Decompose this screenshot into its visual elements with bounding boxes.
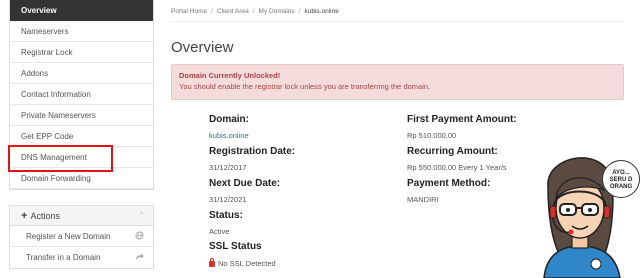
plus-icon: +: [21, 210, 28, 222]
breadcrumb-client-area[interactable]: Client Area: [217, 8, 249, 15]
speech-bubble: AYO... SERU D ORANG: [602, 160, 640, 198]
lock-icon: [209, 258, 215, 267]
ssl-status-row: No SSL Detected: [209, 258, 276, 268]
chevron-up-icon[interactable]: ⌃: [138, 206, 145, 226]
ssl-status-label: SSL Status: [209, 241, 262, 252]
next-due-date-label: Next Due Date:: [209, 178, 281, 189]
sidebar-item-overview[interactable]: Overview: [10, 0, 153, 21]
first-payment-label: First Payment Amount:: [407, 114, 517, 125]
page-title: Overview: [171, 39, 234, 56]
first-payment-value: Rp 510.000,00: [407, 131, 457, 140]
breadcrumb-my-domains[interactable]: My Domains: [259, 8, 295, 15]
breadcrumb-separator: /: [252, 8, 255, 15]
breadcrumb-separator: /: [298, 8, 301, 15]
status-value: Active: [209, 227, 230, 236]
actions-panel: + Actions ⌃ Register a New Domain Transfe…: [9, 205, 154, 269]
payment-method-value: MANDIRI: [407, 195, 439, 204]
ssl-status-value: No SSL Detected: [218, 259, 276, 268]
transfer-domain-label: Transfer in a Domain: [26, 253, 101, 262]
sidebar-item-dns-management[interactable]: DNS Management: [8, 145, 153, 172]
alert-text: You should enable the registrar lock unl…: [179, 82, 431, 91]
next-due-date-value: 31/12/2021: [209, 195, 247, 204]
domain-label: Domain:: [209, 114, 249, 125]
sidebar-item-addons[interactable]: Addons: [10, 63, 153, 84]
bubble-line-2: SERU D: [609, 177, 633, 183]
unlocked-alert: Domain Currently Unlocked! You should en…: [171, 64, 624, 100]
recurring-amount-label: Recurring Amount:: [407, 146, 498, 157]
actions-header[interactable]: + Actions ⌃: [10, 206, 153, 226]
sidebar-item-nameservers[interactable]: Nameservers: [10, 21, 153, 42]
sidebar-item-contact-information[interactable]: Contact Information: [10, 84, 153, 105]
breadcrumb: Portal Home / Client Area / My Domains / kubis…: [171, 8, 624, 22]
sidebar-item-domain-forwarding[interactable]: Domain Forwarding: [10, 168, 153, 189]
status-label: Status:: [209, 210, 243, 221]
bubble-line-1: AYO...: [612, 170, 630, 176]
sidebar-item-get-epp-code[interactable]: Get EPP Code: [10, 126, 153, 147]
register-new-domain-link[interactable]: Register a New Domain: [10, 226, 153, 247]
alert-title: Domain Currently Unlocked!: [179, 71, 281, 80]
breadcrumb-portal-home[interactable]: Portal Home: [171, 8, 207, 15]
sidebar-item-private-nameservers[interactable]: Private Nameservers: [10, 105, 153, 126]
actions-title: Actions: [30, 211, 60, 221]
share-arrow-icon: [135, 247, 144, 268]
breadcrumb-separator: /: [211, 8, 213, 15]
payment-method-label: Payment Method:: [407, 178, 491, 189]
registration-date-label: Registration Date:: [209, 146, 296, 157]
sidebar-item-registrar-lock[interactable]: Registrar Lock: [10, 42, 153, 63]
sidebar: Overview Nameservers Registrar Lock Addo…: [8, 0, 154, 269]
registration-date-value: 31/12/2017: [209, 163, 247, 172]
transfer-domain-link[interactable]: Transfer in a Domain: [10, 247, 153, 268]
recurring-amount-value: Rp 550.000,00 Every 1 Year/s: [407, 163, 507, 172]
breadcrumb-current: kubis.online: [304, 8, 339, 15]
bubble-line-3: ORANG: [609, 184, 633, 190]
domain-value[interactable]: kubis.online: [209, 131, 249, 140]
globe-icon: [135, 226, 144, 247]
domain-menu: Overview Nameservers Registrar Lock Addo…: [8, 0, 154, 190]
register-new-domain-label: Register a New Domain: [26, 232, 111, 241]
